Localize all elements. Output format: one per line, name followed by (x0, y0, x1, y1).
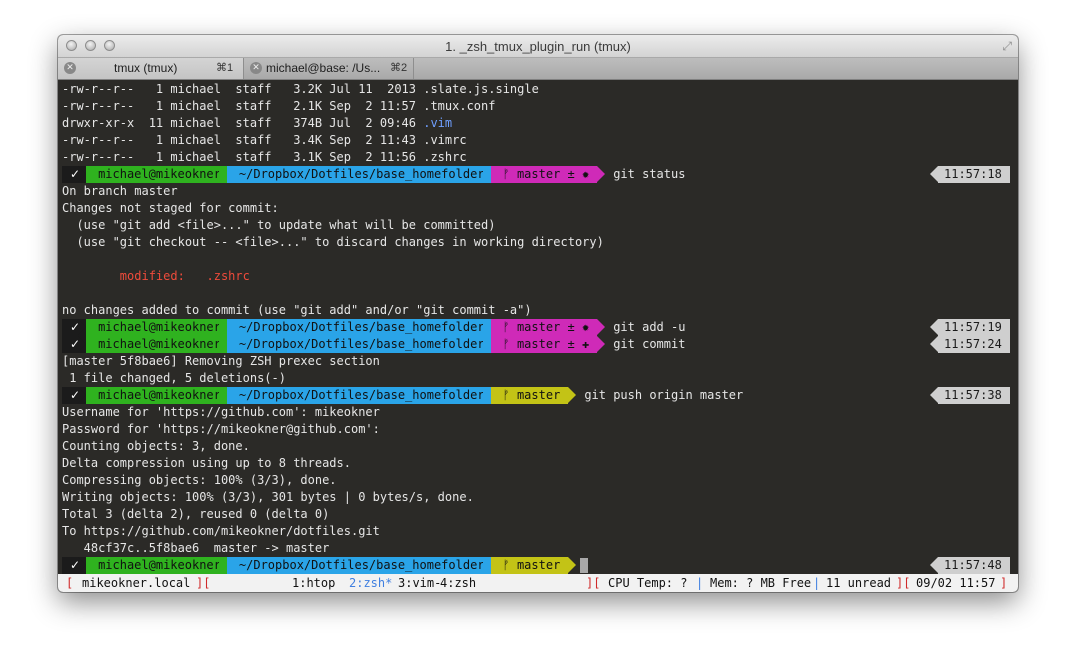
bracket: ] (1000, 576, 1008, 590)
output-line: Password for 'https://mikeokner@github.c… (62, 422, 380, 436)
tab-tmux[interactable]: ✕ tmux (tmux) ⌘1 (58, 58, 244, 79)
prompt-path: ~/Dropbox/Dotfiles/base_homefolder (226, 166, 491, 183)
bracket: ][ (896, 576, 911, 590)
vim-directory: .vim (423, 116, 453, 130)
separator: | (696, 576, 704, 590)
prompt-line: ✓ michael@mikeokner ~/Dropbox/Dotfiles/bas… (62, 387, 743, 404)
tmux-window-3[interactable]: 3:vim- (398, 574, 441, 592)
terminal-window: 1. _zsh_tmux_plugin_run (tmux) ⤢ ✕ tmux … (58, 35, 1018, 592)
bracket: ][ (586, 576, 601, 590)
prompt-user: michael@mikeokner (86, 336, 227, 353)
fullscreen-icon[interactable]: ⤢ (1002, 39, 1012, 54)
prompt-git-branch: ᚠ master (490, 387, 569, 404)
ls-line: -rw-r--r-- 1 michael staff 3.4K Sep 2 11… (62, 133, 467, 147)
output-line: To https://github.com/mikeokner/dotfiles… (62, 524, 380, 538)
output-line: Writing objects: 100% (3/3), 301 bytes |… (62, 490, 474, 504)
modified-file-line: modified: .zshrc (62, 269, 250, 283)
bracket: [ (66, 576, 74, 590)
mail-unread: 11 unread (826, 576, 892, 590)
output-line: Total 3 (delta 2), reused 0 (delta 0) (62, 507, 330, 521)
output-line: Changes not staged for commit: (62, 201, 279, 215)
prompt-line: ✓ michael@mikeokner ~/Dropbox/Dotfiles/bas… (62, 557, 589, 574)
tmux-window-2-current[interactable]: 2:zsh* (349, 574, 392, 592)
tab-close-icon[interactable]: ✕ (250, 62, 262, 74)
prompt-time-text: 11:57:24 (938, 336, 1010, 353)
output-line: Username for 'https://github.com': mikeo… (62, 405, 380, 419)
output-line: Counting objects: 3, done. (62, 439, 250, 453)
prompt-command: git add -u (613, 320, 686, 334)
prompt-user: michael@mikeokner (86, 557, 227, 574)
ls-line: -rw-r--r-- 1 michael staff 2.1K Sep 2 11… (62, 99, 496, 113)
tab-label: tmux (tmux) (114, 61, 178, 75)
tmux-status-bar: [ mikeokner.local ][ 1:htop 2:zsh* 3:vim… (58, 574, 1018, 592)
prompt-git-branch: ᚠ master (490, 557, 569, 574)
tmux-window-4[interactable]: 4:zsh (440, 574, 476, 592)
tab-shortcut: ⌘1 (216, 62, 234, 74)
prompt-command: git commit (613, 337, 686, 351)
output-line: (use "git checkout -- <file>..." to disc… (62, 235, 604, 249)
ls-line: drwxr-xr-x 11 michael staff 374B Jul 2 0… (62, 115, 452, 132)
window-title: 1. _zsh_tmux_plugin_run (tmux) (445, 39, 631, 54)
terminal-output[interactable]: -rw-r--r-- 1 michael staff 3.2K Jul 11 2… (58, 80, 1018, 574)
prompt-git-branch: ᚠ master ± ✹ (490, 166, 598, 183)
prompt-time: 11:57:19 (930, 319, 1010, 336)
prompt-path: ~/Dropbox/Dotfiles/base_homefolder (226, 319, 491, 336)
terminal-cursor[interactable] (580, 558, 589, 573)
tab-michael-base[interactable]: ✕ michael@base: /Us... ⌘2 (244, 58, 414, 79)
prompt-time-text: 11:57:38 (938, 387, 1010, 404)
prompt-path: ~/Dropbox/Dotfiles/base_homefolder (226, 557, 491, 574)
prompt-command: git push origin master (584, 388, 744, 402)
prompt-user: michael@mikeokner (86, 166, 227, 183)
prompt-time-text: 11:57:19 (938, 319, 1010, 336)
prompt-line: ✓ michael@mikeokner ~/Dropbox/Dotfiles/bas… (62, 336, 685, 353)
output-line: [master 5f8bae6] Removing ZSH prexec sec… (62, 354, 380, 368)
prompt-git-branch: ᚠ master ± ✚ (490, 336, 598, 353)
prompt-path: ~/Dropbox/Dotfiles/base_homefolder (226, 336, 491, 353)
cpu-temp: CPU Temp: ? (608, 576, 688, 590)
separator: | (813, 576, 821, 590)
date-time: 09/02 11:57 (916, 576, 996, 590)
bracket: ][ (196, 576, 211, 590)
prompt-user: michael@mikeokner (86, 319, 227, 336)
prompt-time: 11:57:38 (930, 387, 1010, 404)
output-line: Compressing objects: 100% (3/3), done. (62, 473, 337, 487)
prompt-git-branch: ᚠ master ± ✹ (490, 319, 598, 336)
output-line: Delta compression using up to 8 threads. (62, 456, 351, 470)
prompt-time: 11:57:48 (930, 557, 1010, 574)
tmux-hostname: mikeokner.local (82, 576, 191, 590)
ls-line: -rw-r--r-- 1 michael staff 3.2K Jul 11 2… (62, 82, 539, 96)
prompt-time: 11:57:18 (930, 166, 1010, 183)
tmux-window-1[interactable]: 1:htop (292, 574, 335, 592)
prompt-time: 11:57:24 (930, 336, 1010, 353)
prompt-line: ✓ michael@mikeokner ~/Dropbox/Dotfiles/bas… (62, 166, 685, 183)
ls-line-text: drwxr-xr-x 11 michael staff 374B Jul 2 0… (62, 116, 424, 130)
output-line: 48cf37c..5f8bae6 master -> master (62, 541, 330, 555)
output-line: no changes added to commit (use "git add… (62, 303, 532, 317)
mem-free: Mem: ? MB Free (710, 576, 812, 590)
output-line: On branch master (62, 184, 178, 198)
tab-close-icon[interactable]: ✕ (64, 62, 76, 74)
prompt-user: michael@mikeokner (86, 387, 227, 404)
prompt-command: git status (613, 167, 686, 181)
prompt-time-text: 11:57:18 (938, 166, 1010, 183)
title-bar: 1. _zsh_tmux_plugin_run (tmux) ⤢ (58, 35, 1018, 58)
output-line: (use "git add <file>..." to update what … (62, 218, 496, 232)
prompt-line: ✓ michael@mikeokner ~/Dropbox/Dotfiles/bas… (62, 319, 685, 336)
prompt-path: ~/Dropbox/Dotfiles/base_homefolder (226, 387, 491, 404)
output-line: 1 file changed, 5 deletions(-) (62, 371, 286, 385)
ls-line: -rw-r--r-- 1 michael staff 3.1K Sep 2 11… (62, 150, 467, 164)
tab-shortcut: ⌘2 (390, 62, 408, 74)
tab-label: michael@base: /Us... (266, 61, 381, 75)
tab-bar: ✕ tmux (tmux) ⌘1 ✕ michael@base: /Us... … (58, 58, 1018, 80)
prompt-time-text: 11:57:48 (938, 557, 1010, 574)
